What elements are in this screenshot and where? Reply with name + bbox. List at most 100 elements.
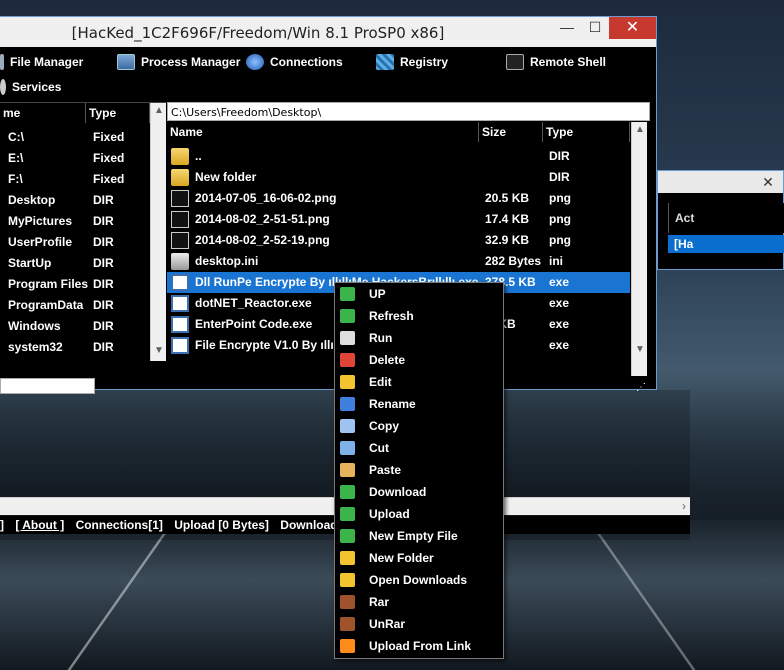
file-row[interactable]: desktop.ini 282 Bytes ini xyxy=(167,251,630,272)
file-row[interactable]: .. DIR xyxy=(167,146,630,167)
remote-shell-icon xyxy=(506,54,524,70)
context-menu-item[interactable]: Rename xyxy=(335,393,503,415)
menu-connections[interactable]: Connections xyxy=(246,51,343,73)
context-menu-label: Cut xyxy=(369,441,389,455)
path-field[interactable]: C:\Users\Freedom\Desktop\ xyxy=(167,102,650,121)
menu-registry[interactable]: Registry xyxy=(376,51,448,73)
menu-file-manager[interactable]: File Manager xyxy=(0,51,83,73)
secondary-selected-row[interactable]: [Ha xyxy=(668,235,784,253)
file-name: 2014-07-05_16-06-02.png xyxy=(195,191,337,205)
context-menu-item[interactable]: Refresh xyxy=(335,305,503,327)
context-menu-item[interactable]: Download xyxy=(335,481,503,503)
tree-item[interactable]: Program Files DIR xyxy=(0,274,150,295)
file-column-size[interactable]: Size xyxy=(479,122,543,142)
exe-icon xyxy=(171,274,189,291)
file-size: 17.4 KB xyxy=(485,212,530,226)
tree-item[interactable]: Desktop DIR xyxy=(0,190,150,211)
maximize-button[interactable]: ☐ xyxy=(581,17,609,39)
scroll-down-icon[interactable]: ▼ xyxy=(151,345,167,356)
scroll-down-icon[interactable]: ▼ xyxy=(632,344,648,355)
tree-item-name: ProgramData xyxy=(8,298,84,312)
minimize-button[interactable]: — xyxy=(553,17,581,39)
file-column-type[interactable]: Type xyxy=(543,122,630,142)
menu-bar: File Manager Process Manager Connections… xyxy=(0,47,656,99)
secondary-window-titlebar[interactable]: ✕ xyxy=(658,171,783,193)
tree-item[interactable]: Windows DIR xyxy=(0,316,150,337)
tree-item[interactable]: MyPictures DIR xyxy=(0,211,150,232)
file-type: exe xyxy=(549,338,570,352)
context-menu-item[interactable]: New Empty File xyxy=(335,525,503,547)
menu-services[interactable]: Services xyxy=(0,76,61,98)
context-menu-item[interactable]: Delete xyxy=(335,349,503,371)
tree-item[interactable]: StartUp DIR xyxy=(0,253,150,274)
tree-item-name: Desktop xyxy=(8,193,56,207)
download-icon xyxy=(340,485,355,499)
context-menu-item[interactable]: Cut xyxy=(335,437,503,459)
context-menu-item[interactable]: Upload From Link xyxy=(335,635,503,657)
tree-vertical-scrollbar[interactable]: ▲ ▼ xyxy=(150,103,166,361)
file-manager-icon xyxy=(0,54,4,70)
context-menu-item[interactable]: UP xyxy=(335,283,503,305)
file-size: 20.5 KB xyxy=(485,191,530,205)
tree-item-type: DIR xyxy=(93,256,114,270)
file-row[interactable]: 2014-07-05_16-06-02.png 20.5 KB png xyxy=(167,188,630,209)
file-row[interactable]: 2014-08-02_2-51-51.png 17.4 KB png xyxy=(167,209,630,230)
upload-link-icon xyxy=(340,639,355,653)
tree-column-type[interactable]: Type xyxy=(86,103,150,123)
new-file-icon xyxy=(340,529,355,543)
exe-icon xyxy=(171,337,189,354)
file-row[interactable]: New folder DIR xyxy=(167,167,630,188)
scroll-right-icon[interactable]: › xyxy=(682,499,686,513)
resize-grip-icon[interactable]: ⋰ xyxy=(636,382,650,396)
secondary-close-button[interactable]: ✕ xyxy=(753,171,783,193)
secondary-column-header: Act xyxy=(668,203,784,233)
context-menu-item[interactable]: New Folder xyxy=(335,547,503,569)
window-title: [HacKed_1C2F696F/Freedom/Win 8.1 ProSP0 … xyxy=(71,24,445,42)
menu-process-manager[interactable]: Process Manager xyxy=(117,51,240,73)
menu-remote-shell[interactable]: Remote Shell xyxy=(506,51,606,73)
file-name: desktop.ini xyxy=(195,254,259,268)
up-arrow-icon xyxy=(340,287,355,301)
tree-column-name[interactable]: me xyxy=(0,103,86,123)
context-menu-item[interactable]: Copy xyxy=(335,415,503,437)
connections-icon xyxy=(246,54,264,70)
tree-item[interactable]: system32 DIR xyxy=(0,337,150,358)
about-link[interactable]: [ About ] xyxy=(15,518,64,532)
scroll-up-icon[interactable]: ▲ xyxy=(632,124,648,135)
cut-icon xyxy=(340,441,355,455)
tree-item[interactable]: ProgramData DIR xyxy=(0,295,150,316)
file-name: .. xyxy=(195,149,202,163)
secondary-window[interactable]: ✕ Act [Ha xyxy=(657,170,784,270)
context-menu-item[interactable]: Open Downloads xyxy=(335,569,503,591)
tree-item[interactable]: F:\ Fixed xyxy=(0,169,150,190)
tree-item[interactable]: UserProfile DIR xyxy=(0,232,150,253)
tree-item-type: DIR xyxy=(93,193,114,207)
file-manager-window: [HacKed_1C2F696F/Freedom/Win 8.1 ProSP0 … xyxy=(0,16,657,394)
tree-item-type: Fixed xyxy=(93,151,125,165)
tree-item[interactable]: C:\ Fixed xyxy=(0,127,150,148)
context-menu-item[interactable]: Upload xyxy=(335,503,503,525)
file-row[interactable]: 2014-08-02_2-52-19.png 32.9 KB png xyxy=(167,230,630,251)
file-column-name[interactable]: Name xyxy=(167,122,479,142)
status-connections: Connections[1] xyxy=(75,518,163,532)
context-menu-item[interactable]: UnRar xyxy=(335,613,503,635)
file-vertical-scrollbar[interactable]: ▲ ▼ xyxy=(631,122,647,376)
context-menu-item[interactable]: Edit xyxy=(335,371,503,393)
context-menu-item[interactable]: Run xyxy=(335,327,503,349)
context-menu-item[interactable]: Paste xyxy=(335,459,503,481)
tree-item-type: Fixed xyxy=(93,172,125,186)
edit-icon xyxy=(340,375,355,389)
context-menu-label: Upload xyxy=(369,507,410,521)
tree-item-type: DIR xyxy=(93,214,114,228)
rar-icon xyxy=(340,595,355,609)
tree-item[interactable]: E:\ Fixed xyxy=(0,148,150,169)
services-icon xyxy=(0,79,6,95)
file-size: 282 Bytes xyxy=(485,254,542,268)
context-menu-item[interactable]: Rar xyxy=(335,591,503,613)
file-type: exe xyxy=(549,275,570,289)
scroll-up-icon[interactable]: ▲ xyxy=(151,105,167,116)
image-icon xyxy=(171,211,189,228)
title-bar[interactable]: [HacKed_1C2F696F/Freedom/Win 8.1 ProSP0 … xyxy=(0,17,656,47)
close-button[interactable]: ✕ xyxy=(609,17,656,39)
registry-icon xyxy=(376,54,394,70)
